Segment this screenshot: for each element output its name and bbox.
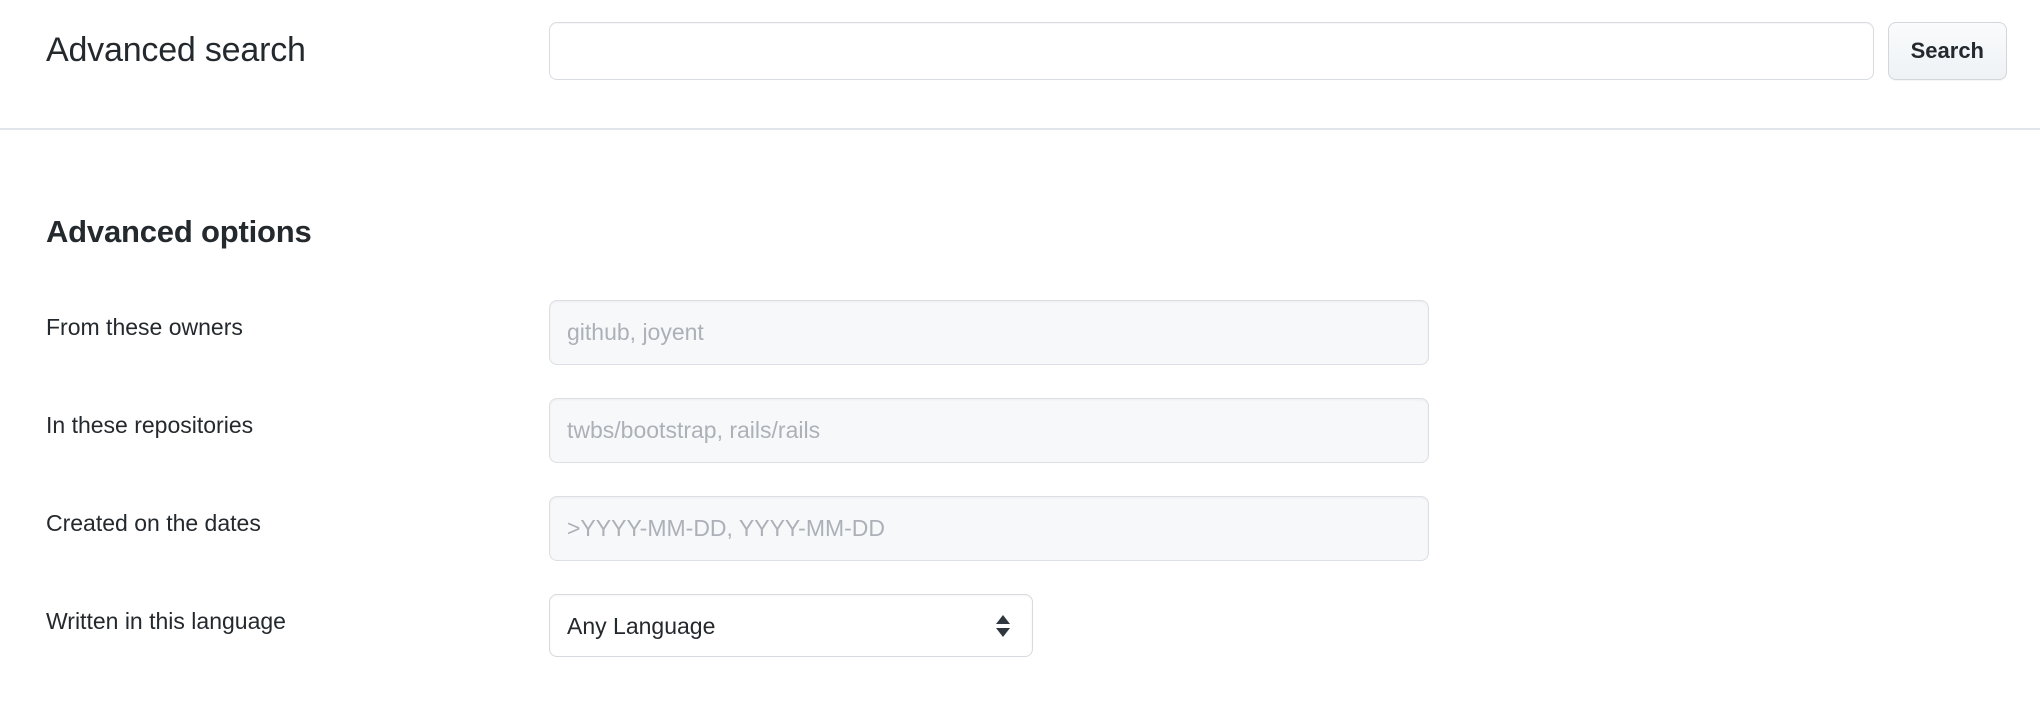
search-header: Advanced search Search xyxy=(0,0,2040,130)
control-repositories xyxy=(549,398,1429,463)
label-written-in-this-language: Written in this language xyxy=(46,608,286,634)
form-row-repositories: In these repositories xyxy=(0,388,2040,486)
language-select-shell: Any Language xyxy=(549,594,1033,657)
form-row-language: Written in this language Any Language xyxy=(0,584,2040,676)
label-in-these-repositories: In these repositories xyxy=(46,412,254,438)
form-row-dates: Created on the dates xyxy=(0,486,2040,584)
repositories-input[interactable] xyxy=(549,398,1429,463)
search-form: Search xyxy=(549,22,2007,80)
search-input[interactable] xyxy=(549,22,1874,80)
language-select[interactable]: Any Language xyxy=(549,594,1033,657)
form-row-owners: From these owners xyxy=(0,290,2040,388)
control-dates xyxy=(549,496,1429,561)
advanced-search-page: Advanced search Search Advanced options … xyxy=(0,0,2040,720)
page-title: Advanced search xyxy=(46,31,306,69)
label-created-on-the-dates: Created on the dates xyxy=(46,510,261,536)
created-dates-input[interactable] xyxy=(549,496,1429,561)
advanced-options-heading: Advanced options xyxy=(46,214,312,249)
advanced-options-form: From these owners In these repositories … xyxy=(0,290,2040,676)
label-from-these-owners: From these owners xyxy=(46,314,243,340)
control-owners xyxy=(549,300,1429,365)
owners-input[interactable] xyxy=(549,300,1429,365)
search-button[interactable]: Search xyxy=(1887,22,2007,80)
control-language: Any Language xyxy=(549,594,1033,657)
